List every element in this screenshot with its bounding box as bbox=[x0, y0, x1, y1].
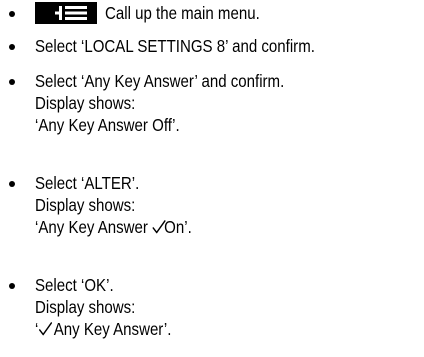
bullet bbox=[9, 11, 15, 17]
step-text: Select ‘LOCAL SETTINGS 8’ and confirm. bbox=[35, 36, 315, 56]
step-text: Call up the main menu. bbox=[105, 3, 260, 23]
checkmark-icon bbox=[38, 317, 52, 336]
display-value-after: On’. bbox=[164, 217, 192, 237]
bullet bbox=[9, 181, 15, 187]
display-value: ‘ Any Key Answer’. bbox=[35, 316, 171, 342]
display-value: ‘Any Key Answer On’. bbox=[35, 214, 192, 240]
menu-key-icon bbox=[35, 2, 97, 24]
checkmark-icon bbox=[152, 215, 166, 234]
bullet bbox=[9, 283, 15, 289]
bullet bbox=[9, 44, 15, 50]
display-value: ‘Any Key Answer Off’. bbox=[35, 115, 180, 135]
display-value-after: Any Key Answer’. bbox=[50, 319, 172, 339]
display-value-before: ‘Any Key Answer bbox=[35, 217, 153, 237]
bullet bbox=[9, 79, 15, 85]
